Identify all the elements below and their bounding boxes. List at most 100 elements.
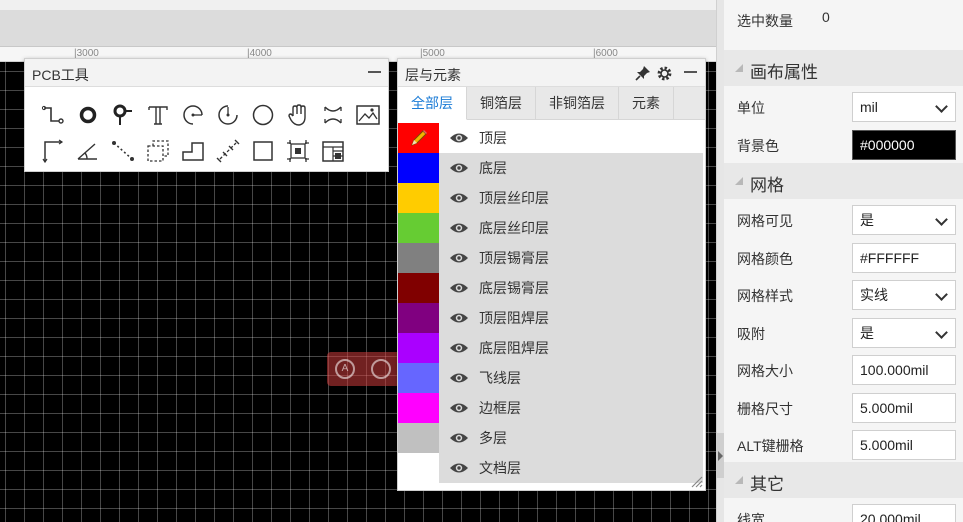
layer-row[interactable]: 多层 (398, 423, 703, 453)
grid-step-field[interactable]: 5.000mil (852, 393, 956, 423)
layer-row[interactable]: 顶层 (398, 123, 703, 153)
wire-icon[interactable] (35, 97, 70, 133)
eye-icon[interactable] (449, 252, 469, 264)
step-line-icon[interactable] (175, 133, 210, 169)
table-icon[interactable] (315, 133, 350, 169)
grid-step-row: 栅格尺寸 5.000mil (724, 389, 963, 427)
layer-row[interactable]: 顶层锡膏层 (398, 243, 703, 273)
eye-icon[interactable] (449, 132, 469, 144)
layer-row[interactable]: 边框层 (398, 393, 703, 423)
eye-icon[interactable] (449, 162, 469, 174)
layer-color-swatch[interactable] (398, 123, 439, 153)
zoom-hint[interactable]: A (327, 352, 407, 386)
corner-line-icon[interactable] (35, 133, 70, 169)
unit-select[interactable]: mil (852, 92, 956, 122)
eye-icon[interactable] (449, 372, 469, 384)
eye-icon[interactable] (449, 282, 469, 294)
pad-icon[interactable] (70, 97, 105, 133)
layer-row[interactable]: 文档层 (398, 453, 703, 483)
layer-color-swatch[interactable] (398, 273, 439, 303)
component-select-icon[interactable] (280, 133, 315, 169)
eye-icon[interactable] (449, 192, 469, 204)
layer-row[interactable]: 底层阻焊层 (398, 333, 703, 363)
snap-select[interactable]: 是 (852, 318, 956, 348)
gear-icon[interactable] (656, 65, 673, 82)
layer-color-swatch[interactable] (398, 423, 439, 453)
eye-icon[interactable] (449, 432, 469, 444)
layer-body[interactable]: 飞线层 (439, 363, 703, 393)
layer-body[interactable]: 顶层 (439, 123, 703, 153)
image-icon[interactable] (350, 97, 385, 133)
layer-row[interactable]: 底层锡膏层 (398, 273, 703, 303)
grid-size-field[interactable]: 100.000mil (852, 355, 956, 385)
eye-icon[interactable] (449, 222, 469, 234)
grid-visible-select[interactable]: 是 (852, 205, 956, 235)
line-width-field[interactable]: 20.000mil (852, 504, 956, 522)
arc-ccw-icon[interactable] (210, 97, 245, 133)
eye-icon[interactable] (449, 342, 469, 354)
canvas-section-header[interactable]: 画布属性 (724, 50, 963, 86)
layer-row[interactable]: 顶层阻焊层 (398, 303, 703, 333)
via-icon[interactable] (105, 97, 140, 133)
layer-name: 文档层 (479, 460, 521, 476)
background-color-field[interactable]: #000000 (852, 130, 956, 160)
pin-icon[interactable] (635, 65, 651, 81)
layer-body[interactable]: 顶层锡膏层 (439, 243, 703, 273)
layer-color-swatch[interactable] (398, 393, 439, 423)
ratsnest-icon[interactable] (210, 133, 245, 169)
minimize-icon[interactable] (368, 71, 381, 73)
eye-icon[interactable] (449, 312, 469, 324)
layer-row[interactable]: 底层 (398, 153, 703, 183)
pcb-tools-header[interactable]: PCB工具 (25, 59, 388, 87)
main-toolbar (0, 10, 716, 47)
angle-icon[interactable] (70, 133, 105, 169)
eye-icon[interactable] (449, 462, 469, 474)
zoom-fit-icon[interactable]: A (335, 359, 355, 379)
layer-body[interactable]: 多层 (439, 423, 703, 453)
layer-body[interactable]: 顶层丝印层 (439, 183, 703, 213)
tab-elements[interactable]: 元素 (619, 87, 674, 120)
collapse-handle[interactable] (716, 433, 724, 478)
layer-row[interactable]: 飞线层 (398, 363, 703, 393)
layer-body[interactable]: 底层阻焊层 (439, 333, 703, 363)
layer-body[interactable]: 底层丝印层 (439, 213, 703, 243)
alt-grid-field[interactable]: 5.000mil (852, 430, 956, 460)
grid-color-field[interactable]: #FFFFFF (852, 243, 956, 273)
dotted-line-icon[interactable] (105, 133, 140, 169)
layer-color-swatch[interactable] (398, 453, 439, 483)
layer-color-swatch[interactable] (398, 243, 439, 273)
minimize-icon[interactable] (684, 71, 697, 73)
layer-body[interactable]: 文档层 (439, 453, 703, 483)
layer-body[interactable]: 底层锡膏层 (439, 273, 703, 303)
layer-color-swatch[interactable] (398, 303, 439, 333)
line-width-row: 线宽 20.000mil (724, 500, 963, 522)
grid-section-header[interactable]: 网格 (724, 163, 963, 199)
tab-non-copper-layers[interactable]: 非铜箔层 (536, 87, 619, 120)
pan-hand-icon[interactable] (280, 97, 315, 133)
dashed-rect-icon[interactable] (140, 133, 175, 169)
arc-icon[interactable] (175, 97, 210, 133)
zoom-search-icon[interactable] (371, 359, 391, 379)
section-caret-icon (735, 177, 743, 185)
layer-color-swatch[interactable] (398, 183, 439, 213)
layer-color-swatch[interactable] (398, 213, 439, 243)
tab-all-layers[interactable]: 全部层 (398, 87, 467, 120)
other-section-header[interactable]: 其它 (724, 462, 963, 498)
rectangle-icon[interactable] (245, 133, 280, 169)
layer-body[interactable]: 顶层阻焊层 (439, 303, 703, 333)
grid-style-select[interactable]: 实线 (852, 280, 956, 310)
layer-color-swatch[interactable] (398, 363, 439, 393)
layers-header[interactable]: 层与元素 (398, 59, 705, 87)
text-icon[interactable] (140, 97, 175, 133)
resize-grip-icon[interactable] (689, 474, 703, 488)
layer-body[interactable]: 边框层 (439, 393, 703, 423)
tab-copper-layers[interactable]: 铜箔层 (467, 87, 536, 120)
layer-color-swatch[interactable] (398, 333, 439, 363)
layer-body[interactable]: 底层 (439, 153, 703, 183)
layer-row[interactable]: 顶层丝印层 (398, 183, 703, 213)
layer-row[interactable]: 底层丝印层 (398, 213, 703, 243)
eye-icon[interactable] (449, 402, 469, 414)
circle-icon[interactable] (245, 97, 280, 133)
connection-icon[interactable] (315, 97, 350, 133)
layer-color-swatch[interactable] (398, 153, 439, 183)
